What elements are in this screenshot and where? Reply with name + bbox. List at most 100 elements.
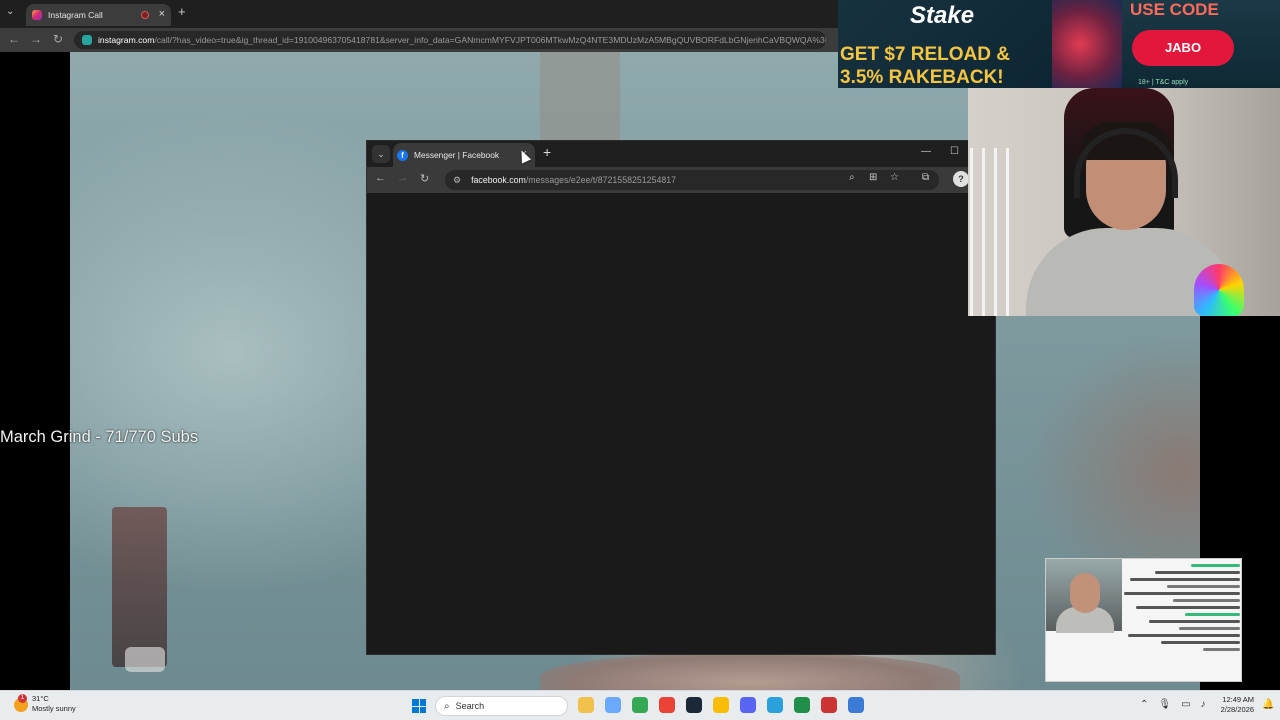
stream-chat-overlay: [1045, 558, 1242, 682]
chat-message: [1136, 606, 1240, 609]
recording-icon: [141, 11, 149, 19]
new-tab-button[interactable]: +: [178, 4, 186, 19]
chrome-profile-icon[interactable]: [713, 697, 729, 713]
new-tab-button[interactable]: +: [543, 144, 551, 160]
desktop-screen: ⌄ Instagram Call × + ← → ↻ instagram.com…: [0, 0, 1280, 720]
chat-messages: [1118, 561, 1240, 655]
discord-icon[interactable]: [740, 697, 756, 713]
address-bar[interactable]: instagram.com/call/?has_video=true&ig_th…: [74, 31, 826, 49]
search-placeholder: Search: [455, 701, 485, 711]
chat-message: [1185, 613, 1240, 616]
chat-message: [1127, 634, 1240, 637]
ad-offer-line1: GET $7 RELOAD &: [840, 44, 1010, 65]
chat-message: [1191, 564, 1240, 567]
notification-badge: 1: [18, 694, 27, 703]
messenger-browser-window: ⌄ f Messenger | Facebook × + — ☐ ← → ↻ ⚙…: [366, 140, 996, 655]
address-url: facebook.com/messages/e2ee/t/87215582512…: [471, 175, 677, 185]
address-bar[interactable]: ⚙ facebook.com/messages/e2ee/t/872155825…: [445, 170, 939, 190]
search-icon: ⌕: [444, 700, 450, 712]
weather-widget[interactable]: 1 31°C Mostly sunny: [14, 694, 76, 714]
app-red-icon[interactable]: [821, 697, 837, 713]
bookmark-star-icon[interactable]: ☆: [890, 172, 899, 183]
chat-message: [1166, 585, 1240, 588]
tab-search-icon[interactable]: ⌄: [372, 145, 390, 163]
tab-title: Messenger | Facebook: [414, 150, 500, 160]
weather-desc: Mostly sunny: [32, 704, 76, 713]
ad-code-badge: JABO: [1132, 30, 1234, 66]
tab-instagram-call[interactable]: Instagram Call ×: [26, 4, 171, 26]
close-tab-icon[interactable]: ×: [159, 8, 165, 20]
site-settings-icon[interactable]: ⚙: [453, 175, 461, 186]
ad-terms: 18+ | T&C apply: [1138, 79, 1189, 86]
windows-taskbar: 1 31°C Mostly sunny ⌕ Search ⌃ 🎙 ▭ ♪ 12:…: [0, 690, 1280, 720]
chat-message: [1203, 648, 1240, 651]
instagram-icon: [32, 10, 42, 20]
windows-start-icon[interactable]: [412, 699, 426, 713]
extensions-icon[interactable]: ⧉: [922, 172, 929, 183]
tray-chevron-icon[interactable]: ⌃: [1140, 699, 1148, 710]
back-icon[interactable]: ←: [8, 32, 20, 46]
copilot-icon[interactable]: [605, 697, 621, 713]
sun-icon: 1: [14, 694, 28, 712]
ad-brand: Stake: [910, 2, 975, 29]
chat-message: [1160, 641, 1240, 644]
ad-cricket-ball-image: [1052, 0, 1122, 88]
telegram-icon[interactable]: [767, 697, 783, 713]
chat-message: [1172, 599, 1240, 602]
video-background-shelf: [112, 507, 167, 667]
microphone-icon[interactable]: 🎙: [1158, 699, 1171, 710]
ad-offer-line2: 3.5% RAKEBACK!: [840, 67, 1004, 88]
reload-icon[interactable]: ↻: [420, 172, 429, 185]
video-background-door: [540, 52, 620, 142]
bg-browser-toolbar: ← → ↻ instagram.com/call/?has_video=true…: [0, 28, 838, 52]
stake-ad-banner: Stake GET $7 RELOAD & 3.5% RAKEBACK! USE…: [838, 0, 1280, 88]
forward-icon[interactable]: →: [30, 32, 42, 46]
profile-avatar-icon[interactable]: ?: [953, 171, 969, 187]
taskbar-search[interactable]: ⌕ Search: [435, 696, 568, 716]
messenger-tabbar: ⌄ f Messenger | Facebook × + — ☐: [367, 141, 995, 167]
chat-message: [1130, 578, 1240, 581]
address-url: instagram.com/call/?has_video=true&ig_th…: [98, 35, 826, 45]
weather-temp: 31°C: [32, 694, 49, 703]
tab-search-icon[interactable]: ⌄: [6, 6, 14, 17]
install-app-icon[interactable]: ⊞: [869, 172, 877, 183]
video-background-object: [125, 647, 165, 672]
chrome-icon[interactable]: [632, 697, 648, 713]
streamer-webcam: [968, 88, 1280, 316]
tab-title: Instagram Call: [48, 10, 103, 20]
zoom-icon[interactable]: ⌕: [849, 172, 855, 183]
messenger-toolbar: ← → ↻ ⚙ facebook.com/messages/e2ee/t/872…: [367, 167, 995, 193]
back-icon[interactable]: ←: [375, 172, 386, 184]
messenger-page-content: [367, 193, 995, 654]
ad-use-code-label: USE CODE: [1130, 0, 1219, 19]
site-info-icon[interactable]: [82, 35, 92, 45]
snipping-tool-icon[interactable]: [848, 697, 864, 713]
taskbar-clock[interactable]: 12:49 AM 2/28/2026: [1214, 695, 1254, 715]
forward-icon[interactable]: →: [397, 172, 408, 184]
notification-bell-icon[interactable]: 🔔: [1262, 699, 1274, 710]
mini-face: [1070, 573, 1100, 613]
file-explorer-icon[interactable]: [578, 697, 594, 713]
chat-message: [1154, 571, 1240, 574]
bg-browser-tabbar: ⌄ Instagram Call × +: [0, 0, 838, 28]
tab-messenger[interactable]: f Messenger | Facebook ×: [393, 143, 535, 167]
sub-goal-overlay: March Grind - 71/770 Subs: [0, 428, 199, 446]
chat-message: [1124, 592, 1240, 595]
maximize-icon[interactable]: ☐: [950, 146, 959, 157]
volume-icon[interactable]: ♪: [1201, 699, 1206, 710]
steam-icon[interactable]: [686, 697, 702, 713]
app-green-icon[interactable]: [794, 697, 810, 713]
display-icon[interactable]: ▭: [1181, 699, 1190, 710]
chat-mini-webcam: [1046, 559, 1122, 633]
rgb-lamp: [1194, 264, 1244, 316]
reload-icon[interactable]: ↻: [53, 32, 63, 46]
webcam-baby-gate: [970, 148, 1010, 316]
facebook-icon: f: [397, 149, 408, 161]
chrome-alt-icon[interactable]: [659, 697, 675, 713]
clock-time: 12:49 AM: [1222, 695, 1254, 704]
weather-text: 31°C Mostly sunny: [32, 694, 76, 714]
clock-date: 2/28/2026: [1220, 705, 1254, 714]
minimize-icon[interactable]: —: [921, 146, 931, 157]
chat-message: [1179, 627, 1240, 630]
chat-message: [1148, 620, 1240, 623]
